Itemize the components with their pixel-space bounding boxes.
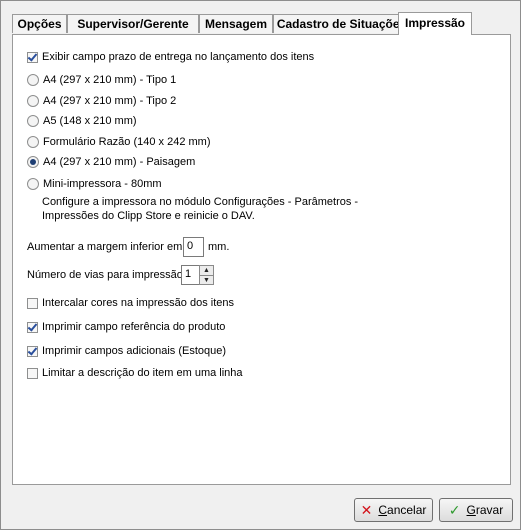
checkbox[interactable]: [27, 367, 38, 379]
tab-impressao[interactable]: Impressão: [398, 12, 472, 35]
tab-opcoes[interactable]: Opções: [12, 14, 67, 33]
radio-a5[interactable]: A5 (148 x 210 mm): [27, 115, 137, 127]
mini-printer-note-line1: Configure a impressora no módulo Configu…: [42, 196, 359, 208]
checkbox-label: Imprimir campo referência do produto: [42, 321, 226, 333]
bottom-margin-input[interactable]: 0: [183, 237, 204, 257]
checkbox-label: Intercalar cores na impressão dos itens: [42, 297, 234, 309]
radio-a4-paisagem[interactable]: A4 (297 x 210 mm) - Paisagem: [27, 156, 195, 168]
radio-button[interactable]: [27, 74, 39, 86]
tab-panel-impressao: Exibir campo prazo de entrega no lançame…: [12, 34, 511, 485]
radio-label: A4 (297 x 210 mm) - Tipo 1: [43, 74, 177, 86]
radio-formulario-razao[interactable]: Formulário Razão (140 x 242 mm): [27, 136, 211, 148]
radio-label: A4 (297 x 210 mm) - Paisagem: [43, 156, 196, 168]
radio-button[interactable]: [27, 115, 39, 127]
x-icon: ✕: [360, 501, 373, 518]
copies-label: Número de vias para impressão: [27, 269, 183, 281]
check-icon: ✓: [448, 501, 461, 518]
intercalar-cores-option[interactable]: Intercalar cores na impressão dos itens: [27, 297, 234, 309]
show-delivery-field-checkbox[interactable]: [27, 51, 38, 63]
checkbox-label: Limitar a descrição do item em uma linha: [42, 367, 243, 379]
radio-button[interactable]: [27, 95, 39, 107]
spin-down-icon[interactable]: ▼: [200, 276, 213, 285]
radio-label: Formulário Razão (140 x 242 mm): [43, 136, 211, 148]
save-button[interactable]: ✓ Gravar: [439, 498, 513, 522]
checkbox[interactable]: [27, 297, 38, 309]
show-delivery-field-label: Exibir campo prazo de entrega no lançame…: [42, 51, 315, 63]
tab-supervisor-gerente[interactable]: Supervisor/Gerente: [67, 14, 199, 33]
dialog-window: Opções Supervisor/Gerente Mensagem Cadas…: [0, 0, 521, 530]
bottom-margin-unit: mm.: [208, 241, 230, 253]
checkbox[interactable]: [27, 345, 38, 357]
tab-mensagem[interactable]: Mensagem: [199, 14, 273, 33]
checkbox-label: Imprimir campos adicionais (Estoque): [42, 345, 227, 357]
radio-button[interactable]: [27, 156, 39, 168]
tab-cadastro-situacoes[interactable]: Cadastro de Situações: [273, 14, 410, 33]
save-label: Gravar: [466, 503, 504, 517]
imprimir-referencia-option[interactable]: Imprimir campo referência do produto: [27, 321, 225, 333]
spin-up-icon[interactable]: ▲: [200, 266, 213, 276]
checkbox[interactable]: [27, 321, 38, 333]
radio-mini-impressora[interactable]: Mini-impressora - 80mm: [27, 178, 162, 190]
cancel-button[interactable]: ✕ Cancelar: [354, 498, 433, 522]
imprimir-adicionais-option[interactable]: Imprimir campos adicionais (Estoque): [27, 345, 226, 357]
limitar-descricao-option[interactable]: Limitar a descrição do item em uma linha: [27, 367, 243, 379]
radio-button[interactable]: [27, 178, 39, 190]
show-delivery-field-option[interactable]: Exibir campo prazo de entrega no lançame…: [27, 51, 314, 63]
copies-spinner[interactable]: ▲ ▼: [199, 265, 214, 285]
radio-label: A5 (148 x 210 mm): [43, 115, 137, 127]
radio-label: A4 (297 x 210 mm) - Tipo 2: [43, 95, 177, 107]
cancel-label: Cancelar: [378, 503, 427, 517]
radio-a4-tipo1[interactable]: A4 (297 x 210 mm) - Tipo 1: [27, 74, 176, 86]
radio-label: Mini-impressora - 80mm: [43, 178, 162, 190]
bottom-margin-label: Aumentar a margem inferior em: [27, 241, 183, 253]
mini-printer-note-line2: Impressões do Clipp Store e reinicie o D…: [42, 210, 255, 222]
radio-button[interactable]: [27, 136, 39, 148]
radio-a4-tipo2[interactable]: A4 (297 x 210 mm) - Tipo 2: [27, 95, 176, 107]
copies-input[interactable]: 1: [181, 265, 201, 285]
